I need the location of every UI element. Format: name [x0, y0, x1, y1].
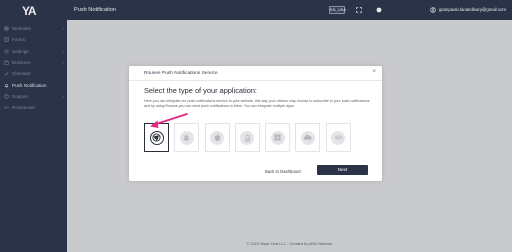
- question-icon: [4, 94, 9, 99]
- broadcast-icon: [4, 105, 9, 110]
- app-type-amazon[interactable]: [234, 123, 260, 152]
- sidebar: YA Websites › Forms Settings › Business …: [0, 0, 67, 252]
- next-button[interactable]: Next: [317, 165, 368, 175]
- sidebar-item-label: Forms: [12, 37, 26, 43]
- sidebar-item-business[interactable]: Business ›: [0, 57, 67, 68]
- close-icon[interactable]: ×: [372, 69, 376, 75]
- app-type-android[interactable]: [174, 123, 200, 152]
- globe-icon: [4, 26, 9, 31]
- user-avatar-icon[interactable]: [429, 6, 437, 14]
- modal-heading: Select the type of your application:: [144, 86, 257, 95]
- app-type-chrome[interactable]: [144, 123, 169, 152]
- footer-copyright: © 2020 Ways Yara LLC - Created by AMU Ne…: [246, 242, 333, 246]
- sidebar-item-label: Settings: [12, 48, 29, 54]
- app-type-list: [144, 123, 374, 152]
- cloud-icon: [300, 130, 315, 145]
- chevron-right-icon: ›: [62, 93, 64, 99]
- app-type-cloud[interactable]: [295, 123, 321, 152]
- windows-icon: [270, 130, 285, 145]
- page-title: Push Notification: [74, 7, 116, 13]
- sidebar-item-roulsecast[interactable]: Roulsecast: [0, 102, 67, 113]
- sidebar-item-forms[interactable]: Forms: [0, 34, 67, 45]
- sidebar-item-label: Push Notification: [12, 82, 47, 88]
- settings-icon[interactable]: [375, 6, 383, 14]
- apple-icon: [210, 130, 225, 145]
- modal-title: Rousee Push Notifications Service: [144, 71, 218, 76]
- briefcase-icon: [4, 60, 9, 65]
- gear-icon: [4, 48, 9, 54]
- check-icon: [4, 71, 9, 76]
- app-type-windows[interactable]: [265, 123, 291, 152]
- sidebar-item-support[interactable]: Support ›: [0, 91, 67, 102]
- sidebar-item-label: Roulsecast: [12, 105, 35, 111]
- sidebar-item-websites[interactable]: Websites ›: [0, 23, 67, 34]
- chevron-right-icon: ›: [62, 48, 64, 54]
- sidebar-item-settings[interactable]: Settings ›: [0, 46, 67, 57]
- sidebar-nav: Websites › Forms Settings › Business › C…: [0, 23, 67, 113]
- bell-icon: [4, 83, 9, 88]
- amazon-icon: [240, 130, 255, 145]
- sidebar-item-label: Checklist: [12, 71, 31, 77]
- chrome-icon: [149, 130, 164, 145]
- sidebar-item-push-notification[interactable]: Push Notification: [0, 79, 67, 90]
- user-email[interactable]: giampaolo.lanatelleary@gmail.com: [439, 7, 506, 12]
- modal-description: Here you can integrate our push notifica…: [144, 99, 370, 108]
- sidebar-item-label: Business: [12, 60, 31, 66]
- sidebar-item-label: Websites: [12, 26, 31, 32]
- code-icon: [331, 130, 346, 145]
- language-selector[interactable]: EN_USA: [329, 6, 346, 14]
- top-bar: Push Notification EN_USA giampaolo.lanat…: [67, 0, 512, 20]
- android-icon: [179, 130, 194, 145]
- modal-header: Rousee Push Notifications Service ×: [129, 66, 382, 81]
- fullscreen-icon[interactable]: [355, 6, 363, 14]
- chevron-right-icon: ›: [62, 26, 64, 32]
- app-logo[interactable]: YA: [22, 4, 44, 18]
- app-type-apple[interactable]: [204, 123, 230, 152]
- form-icon: [4, 37, 9, 43]
- chevron-right-icon: ›: [62, 60, 64, 66]
- app-type-code[interactable]: [325, 123, 351, 152]
- sidebar-item-checklist[interactable]: Checklist: [0, 68, 67, 79]
- push-notification-modal: Rousee Push Notifications Service × Sele…: [129, 66, 382, 181]
- back-to-dashboard-link[interactable]: Back to Dashboard: [265, 169, 301, 174]
- sidebar-item-label: Support: [12, 93, 29, 99]
